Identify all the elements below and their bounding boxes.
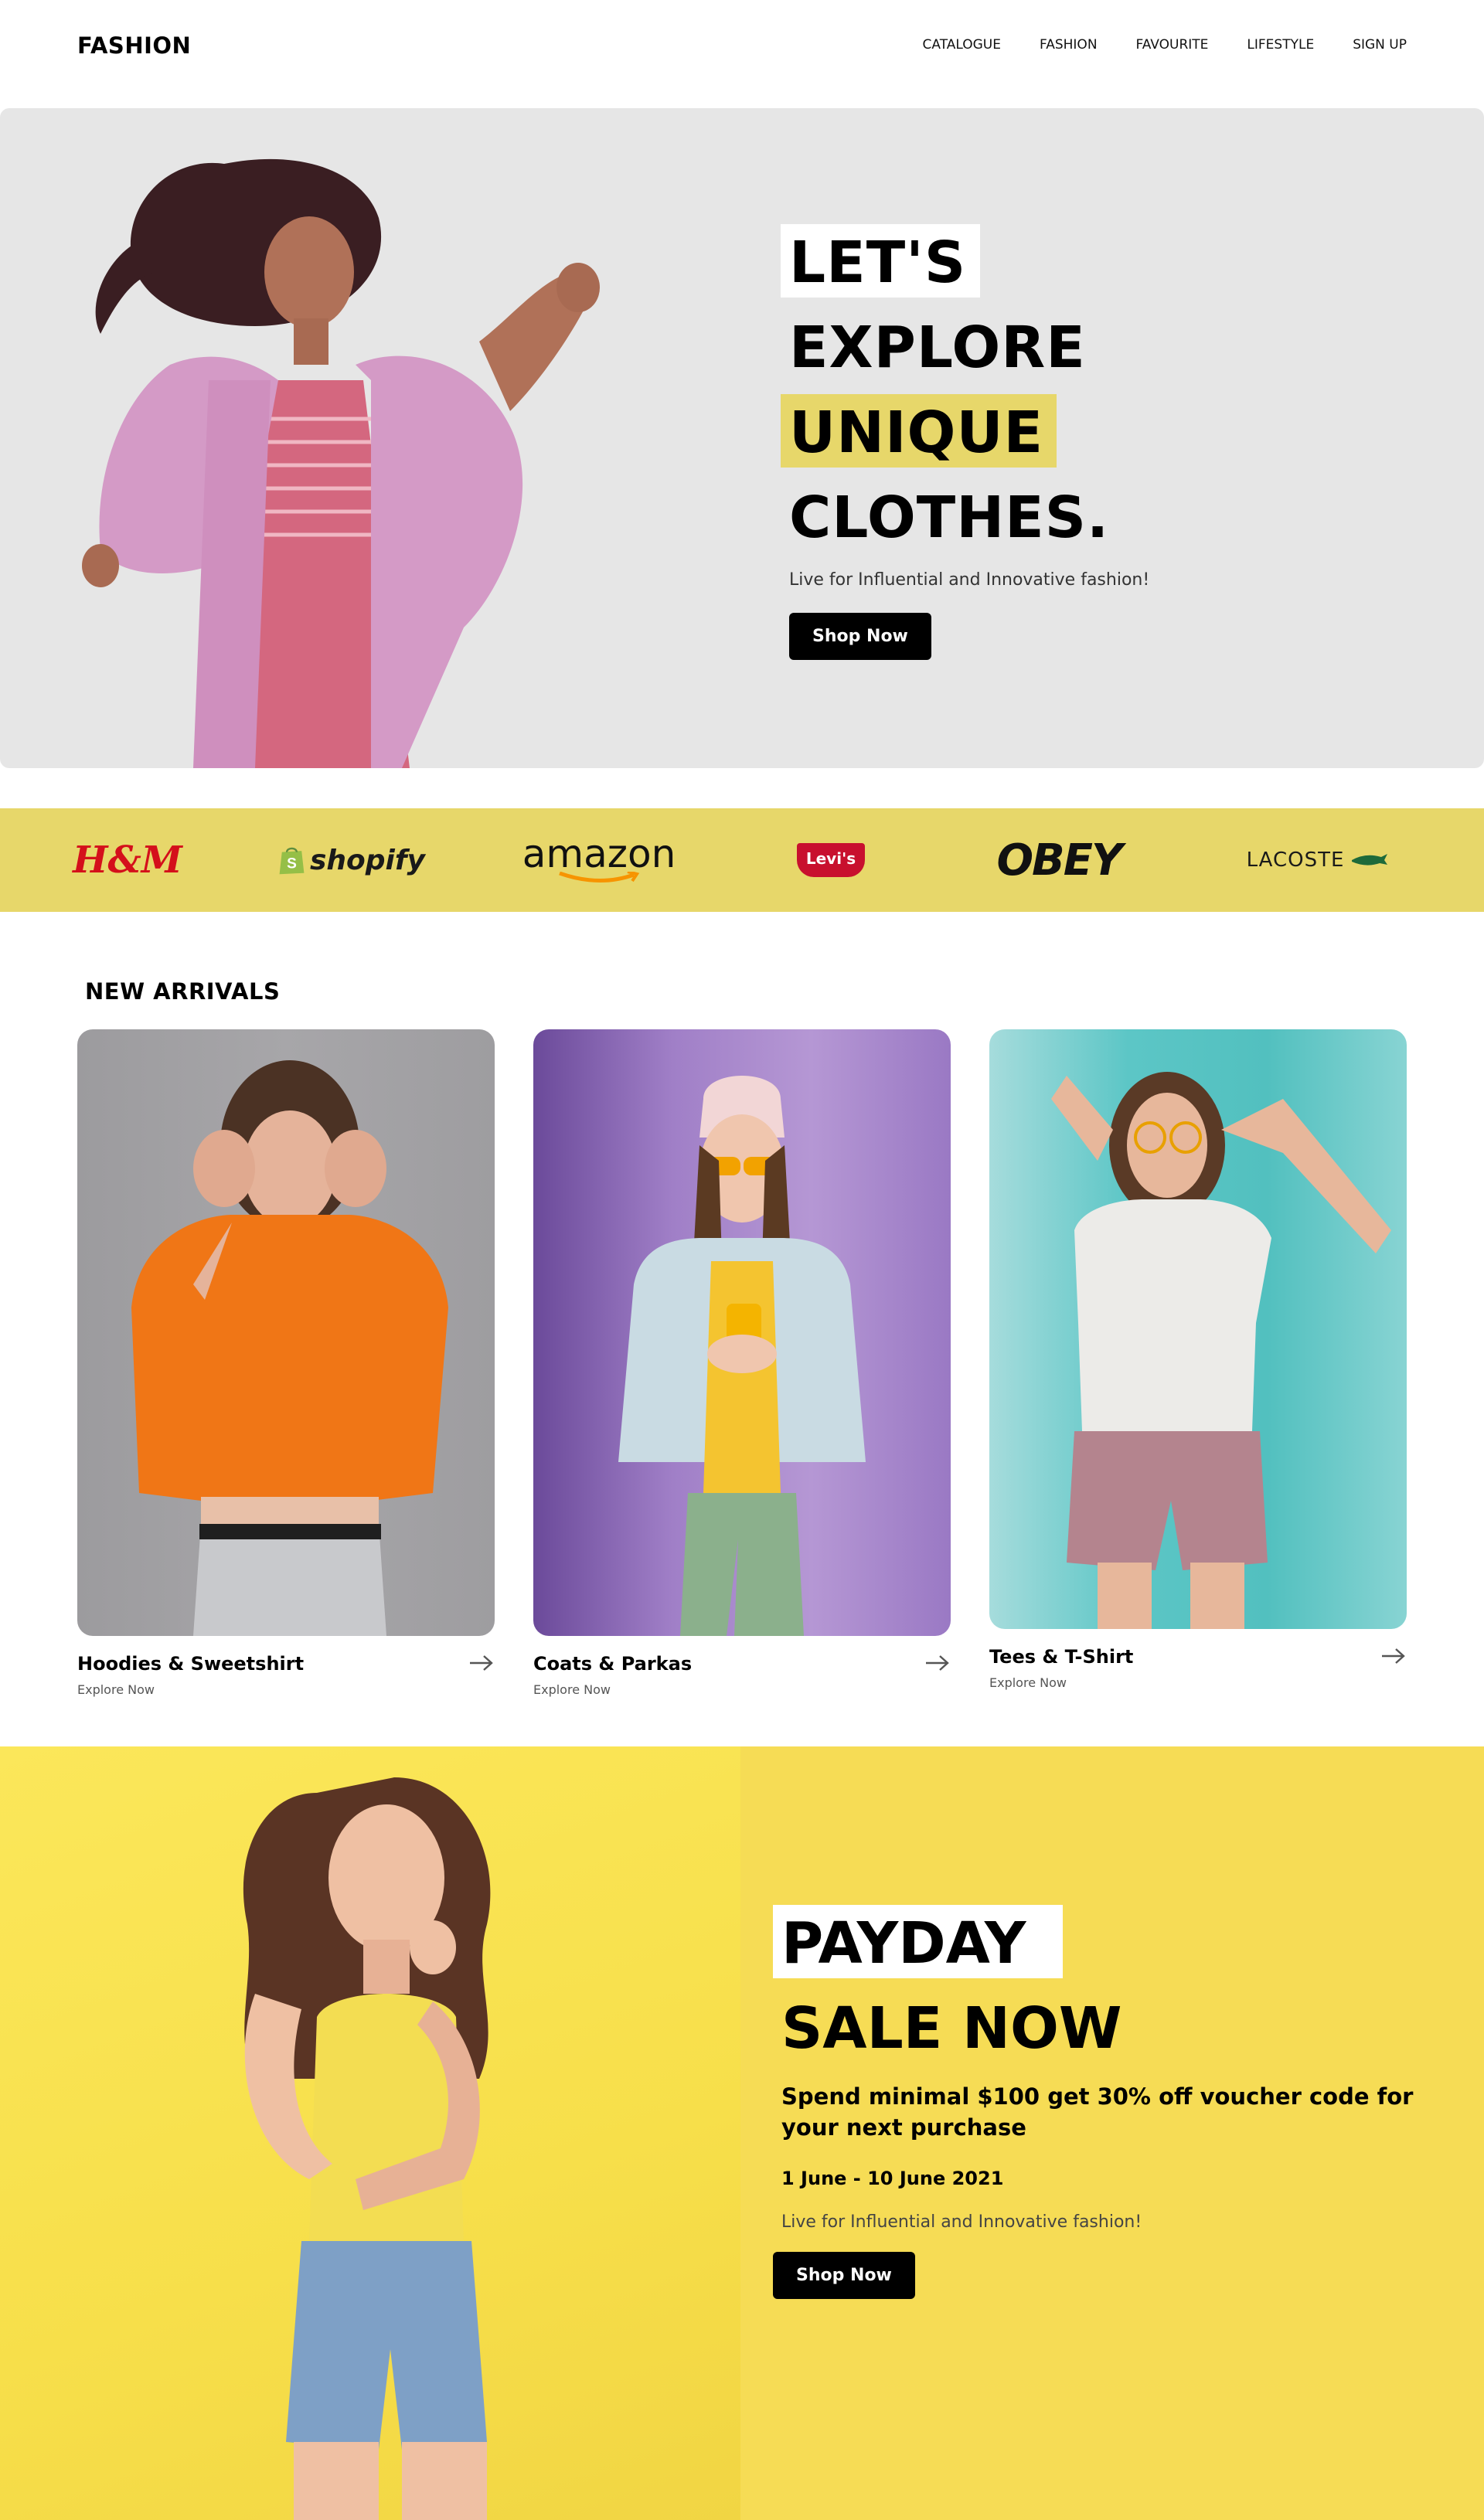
nav-lifestyle[interactable]: LIFESTYLE (1247, 37, 1314, 53)
brand-logo-strip: H&M S shopify amazon Levi's OBEY LACOSTE (0, 808, 1484, 912)
card-title-hoodies: Hoodies & Sweetshirt (77, 1653, 305, 1675)
hero-model-image (82, 158, 600, 768)
arrow-right-icon[interactable] (924, 1654, 951, 1672)
hero-subtitle: Live for Influential and Innovative fash… (789, 570, 1150, 590)
nav-sign-up[interactable]: SIGN UP (1353, 37, 1407, 53)
hero-banner: LET'S EXPLORE UNIQUE CLOTHES. Live for I… (0, 108, 1484, 768)
product-card-coats[interactable]: Coats & Parkas Explore Now (533, 1029, 951, 1697)
coats-image (533, 1029, 951, 1636)
payday-promo-text: Spend minimal $100 get 30% off voucher c… (781, 2083, 1414, 2141)
card-title-tees: Tees & T-Shirt (989, 1646, 1134, 1668)
nav-fashion[interactable]: FASHION (1040, 37, 1098, 53)
brand-obey-logo[interactable]: OBEY (996, 808, 1122, 912)
amazon-smile-icon (559, 872, 640, 883)
brand-amazon-text: amazon (522, 831, 676, 876)
lacoste-crocodile-icon (1352, 854, 1388, 866)
payday-line-2-text: SALE NOW (781, 1995, 1122, 2062)
main-nav: CATALOGUE FASHION FAVOURITE LIFESTYLE SI… (923, 37, 1407, 53)
brand-amazon-logo[interactable]: amazon (522, 808, 676, 912)
brand-hm-text: H&M (73, 838, 182, 882)
product-card-hoodies[interactable]: Hoodies & Sweetshirt Explore Now (77, 1029, 495, 1697)
payday-subtitle: Live for Influential and Innovative fash… (781, 2212, 1142, 2232)
hero-line-3: UNIQUE (781, 394, 1149, 479)
card-explore-coats[interactable]: Explore Now (533, 1682, 951, 1697)
payday-line-1: PAYDAY (773, 1905, 1438, 1990)
hero-line-2-text: EXPLORE (789, 315, 1086, 381)
site-logo[interactable]: FASHION (77, 32, 191, 59)
hero-line-4: CLOTHES. (781, 479, 1149, 564)
tees-image (989, 1029, 1407, 1629)
payday-model-image (243, 1777, 491, 2520)
hero-line-1-text: LET'S (789, 230, 967, 296)
brand-shopify-logo[interactable]: S shopify (278, 808, 425, 912)
hero-line-4-text: CLOTHES. (789, 485, 1110, 551)
arrow-right-icon[interactable] (1380, 1647, 1407, 1665)
brand-obey-text: OBEY (996, 835, 1122, 886)
shopify-bag-icon: S (279, 847, 305, 875)
payday-model-panel (0, 1746, 740, 2520)
brand-lacoste-text: LACOSTE (1246, 849, 1345, 872)
brand-hm-logo[interactable]: H&M (73, 808, 182, 912)
payday-date-range: 1 June - 10 June 2021 (781, 2168, 1004, 2189)
top-navbar: FASHION CATALOGUE FASHION FAVOURITE LIFE… (0, 0, 1484, 108)
payday-sale-banner: PAYDAY SALE NOW Spend minimal $100 get 3… (0, 1746, 1484, 2520)
payday-line-2: SALE NOW (773, 1990, 1438, 2075)
nav-catalogue[interactable]: CATALOGUE (923, 37, 1001, 53)
new-arrivals-section: NEW ARRIVALS Hoodies & Sweetshirt Explor… (0, 912, 1484, 1746)
brand-shopify-text: shopify (309, 844, 425, 876)
brand-lacoste-logo[interactable]: LACOSTE (1244, 808, 1391, 912)
new-arrivals-title: NEW ARRIVALS (85, 978, 281, 1005)
brand-levis-logo[interactable]: Levi's (792, 808, 870, 912)
payday-line-1-text: PAYDAY (781, 1910, 1026, 1977)
product-card-tees[interactable]: Tees & T-Shirt Explore Now (989, 1029, 1407, 1690)
levis-batwing-icon: Levi's (796, 843, 866, 877)
hoodies-image (77, 1029, 495, 1636)
brand-levis-text: Levi's (805, 849, 856, 868)
hero-line-3-text: UNIQUE (789, 400, 1044, 466)
svg-text:S: S (287, 855, 297, 872)
hero-headline: LET'S EXPLORE UNIQUE CLOTHES. Live for I… (781, 224, 1149, 660)
payday-content: PAYDAY SALE NOW Spend minimal $100 get 3… (773, 1905, 1438, 2299)
hero-line-1: LET'S (781, 224, 1149, 309)
card-title-coats: Coats & Parkas (533, 1653, 693, 1675)
nav-favourite[interactable]: FAVOURITE (1136, 37, 1209, 53)
arrow-right-icon[interactable] (468, 1654, 495, 1672)
hero-line-2: EXPLORE (781, 309, 1149, 394)
card-explore-hoodies[interactable]: Explore Now (77, 1682, 495, 1697)
hero-shop-now-button[interactable]: Shop Now (789, 613, 931, 660)
payday-shop-now-button[interactable]: Shop Now (773, 2252, 915, 2299)
card-explore-tees[interactable]: Explore Now (989, 1675, 1407, 1690)
